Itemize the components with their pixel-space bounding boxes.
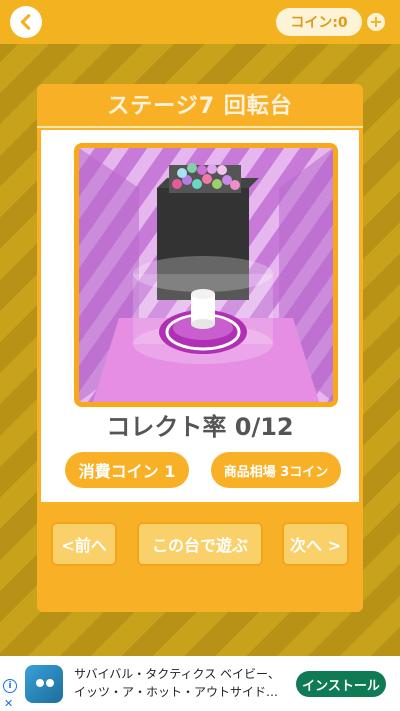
ad-info-icon[interactable]: i — [3, 679, 17, 693]
add-coin-button[interactable]: + — [367, 13, 385, 31]
ad-close-icon[interactable]: ✕ — [4, 697, 13, 710]
coin-cost-badge: 消費コイン 1 — [65, 452, 189, 488]
top-bar: コイン:0 + — [0, 0, 400, 44]
ad-install-button[interactable]: インストール — [296, 671, 386, 697]
collect-rate: コレクト率 0/12 — [106, 413, 294, 441]
coin-balance: コイン:0 — [276, 8, 362, 36]
title-divider — [37, 126, 363, 128]
stage-card: コレクト率 0/12 消費コイン 1 商品相場 3コイン — [41, 130, 359, 502]
back-button[interactable] — [10, 6, 42, 38]
stage-preview-image — [74, 143, 338, 407]
ad-banner[interactable]: i ✕ サバイバル・タクティクス ベイビー、 イッツ・ア・ホット・アウトサイド…… — [0, 656, 400, 711]
next-stage-button[interactable]: 次へ > — [282, 522, 349, 566]
back-arrow-icon — [20, 14, 31, 30]
stage-panel: ステージ7 回転台 コレクト率 0/12 消費コイン 1 商品相場 3コイン <… — [37, 84, 363, 612]
ad-line-2: イッツ・ア・ホット・アウトサイド… — [74, 685, 279, 699]
ad-app-icon — [25, 665, 63, 703]
market-price-badge: 商品相場 3コイン — [211, 452, 341, 488]
stage-title: ステージ7 回転台 — [107, 94, 293, 119]
prev-stage-button[interactable]: <前へ — [51, 522, 117, 566]
ad-line-1: サバイバル・タクティクス ベイビー、 — [74, 667, 280, 681]
play-stage-button[interactable]: この台で遊ぶ — [137, 522, 263, 566]
ad-text: サバイバル・タクティクス ベイビー、 イッツ・ア・ホット・アウトサイド… — [74, 665, 292, 701]
